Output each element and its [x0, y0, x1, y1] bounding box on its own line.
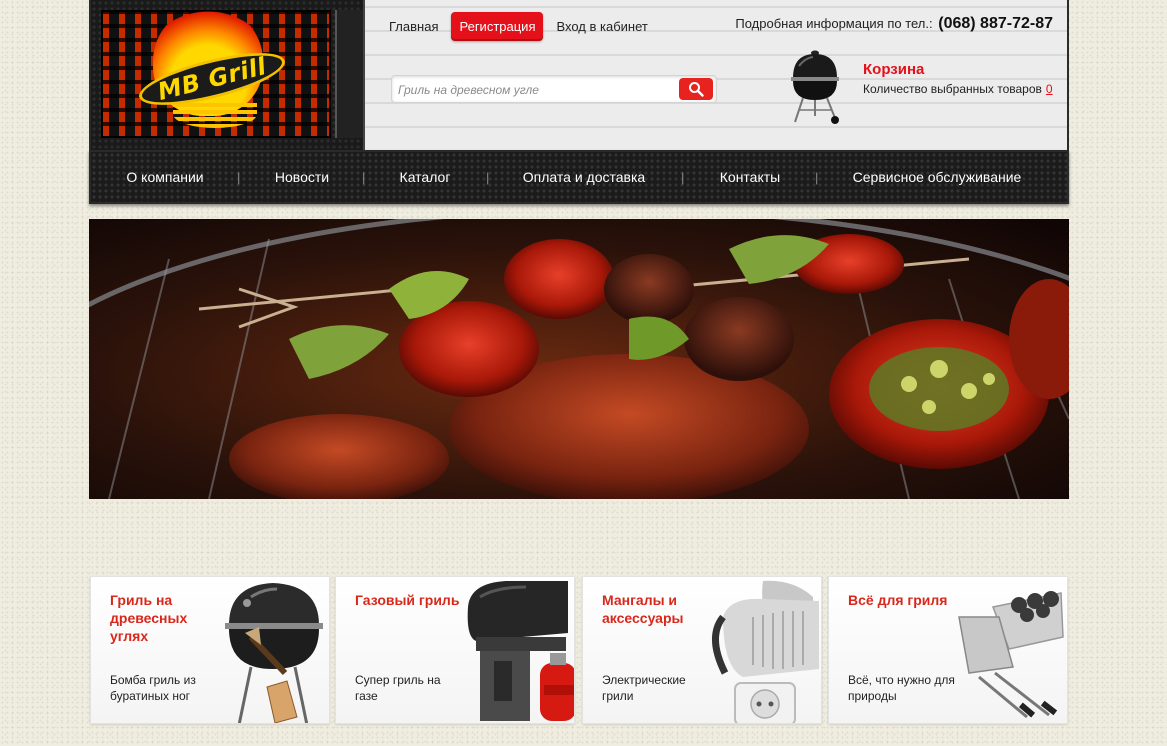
card-desc: Бомба гриль из буратиных ног	[110, 673, 196, 703]
phone-number: (068) 887-72-87	[938, 15, 1053, 32]
main-nav: О компании | Новости | Каталог | Оплата …	[89, 150, 1069, 204]
card-title[interactable]: Газовый гриль	[355, 591, 465, 609]
card-desc: Всё, что нужно для природы	[848, 673, 955, 703]
cart-count-link[interactable]: 0	[1046, 82, 1053, 96]
logo-stripes	[173, 100, 257, 128]
topnav-login-link[interactable]: Вход в кабинет	[548, 12, 655, 41]
nav-item-service[interactable]: Сервисное обслуживание	[847, 169, 1027, 185]
card-title[interactable]: Гриль на древесных углях	[110, 591, 220, 645]
nav-separator: |	[237, 169, 241, 185]
category-card-charcoal[interactable]: Гриль на древесных углях Бомба гриль из …	[90, 576, 330, 724]
card-desc: Супер гриль на газе	[355, 673, 441, 703]
nav-separator: |	[362, 169, 366, 185]
cart-count-label: Количество выбранных товаров	[863, 82, 1042, 96]
topnav-home-link[interactable]: Главная	[381, 12, 446, 41]
nav-separator: |	[486, 169, 490, 185]
phone-info: Подробная информация по тел.: (068) 887-…	[735, 15, 1053, 33]
cart-count-text: Количество выбранных товаров 0	[863, 82, 1053, 96]
search-box	[391, 75, 717, 103]
topnav-register-button[interactable]: Регистрация	[451, 12, 544, 41]
category-card-gas[interactable]: Газовый гриль Супер гриль на газе	[335, 576, 575, 724]
kettle-grill-icon[interactable]	[785, 44, 845, 126]
top-nav: Главная Регистрация Вход в кабинет	[381, 12, 661, 41]
nav-separator: |	[681, 169, 685, 185]
grilled-food-image	[89, 219, 1069, 499]
charcoal-grill-icon	[225, 583, 323, 723]
card-title[interactable]: Всё для гриля	[848, 591, 958, 609]
phone-label: Подробная информация по тел.:	[735, 16, 933, 31]
nav-item-about[interactable]: О компании	[125, 169, 205, 185]
logo-edge	[335, 10, 363, 138]
gas-grill-icon	[467, 581, 574, 721]
logo[interactable]: MB Grill	[91, 0, 365, 150]
category-card-braziers[interactable]: Мангалы и аксессуары Электрические грили	[582, 576, 822, 724]
site-header: MB Grill Главная Регистрация Вход в каби…	[89, 0, 1069, 150]
nav-item-news[interactable]: Новости	[271, 169, 333, 185]
electric-grill-icon	[712, 580, 819, 723]
search-input[interactable]	[398, 80, 678, 100]
cart-title[interactable]: Корзина	[863, 61, 924, 78]
nav-separator: |	[815, 169, 819, 185]
category-card-accessories[interactable]: Всё для гриля Всё, что нужно для природы	[828, 576, 1068, 724]
nav-item-payment-delivery[interactable]: Оплата и доставка	[516, 169, 652, 185]
grill-accessories-icon	[958, 591, 1064, 719]
search-icon	[689, 82, 704, 97]
card-title[interactable]: Мангалы и аксессуары	[602, 591, 712, 627]
nav-item-contacts[interactable]: Контакты	[713, 169, 787, 185]
card-desc: Электрические грили	[602, 673, 686, 703]
hero-banner[interactable]	[89, 219, 1069, 499]
nav-item-catalog[interactable]: Каталог	[394, 169, 456, 185]
search-button[interactable]	[679, 78, 713, 100]
